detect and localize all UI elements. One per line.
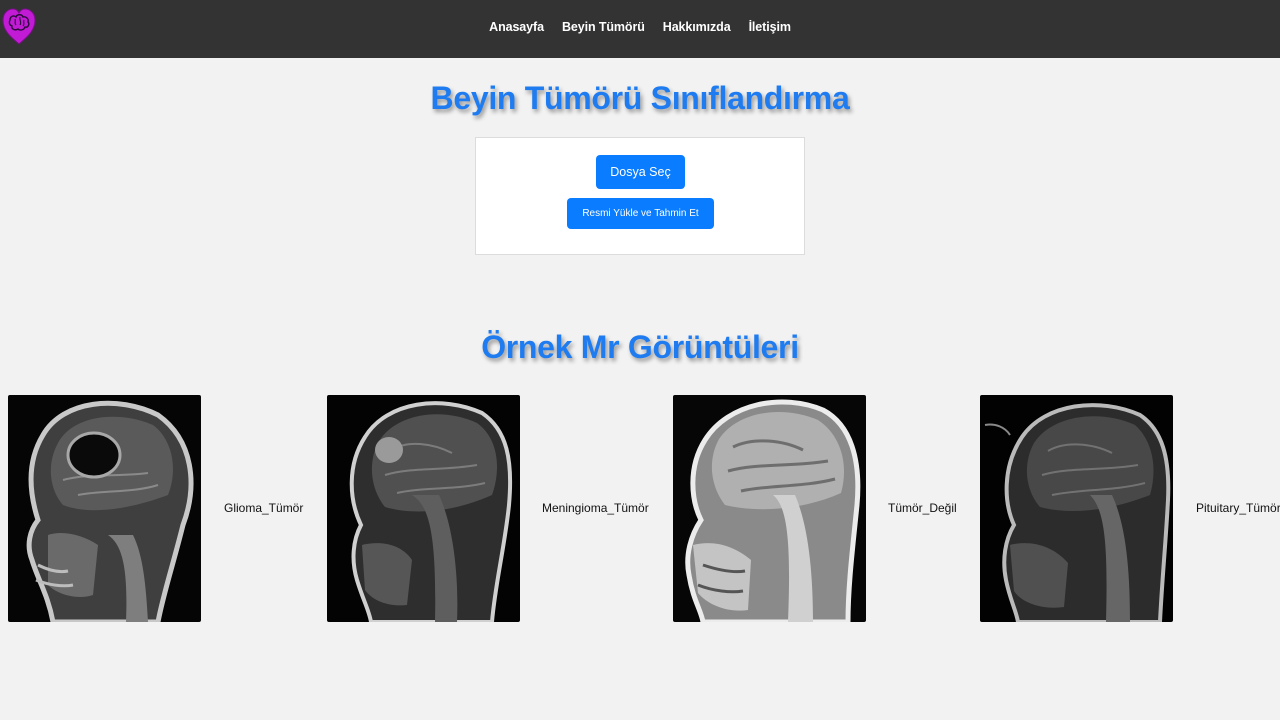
nav-links: Anasayfa Beyin Tümörü Hakkımızda İletişi… bbox=[0, 0, 1280, 54]
mri-image-glioma bbox=[8, 395, 201, 622]
mri-image-meningioma bbox=[327, 395, 520, 622]
sample-no-tumor bbox=[673, 395, 866, 622]
navbar: Anasayfa Beyin Tümörü Hakkımızda İletişi… bbox=[0, 0, 1280, 58]
sample-label-glioma: Glioma_Tümör bbox=[224, 501, 304, 515]
sample-glioma bbox=[8, 395, 201, 622]
nav-link-about[interactable]: Hakkımızda bbox=[654, 20, 740, 34]
mri-image-no-tumor bbox=[673, 395, 866, 622]
sample-label-pituitary: Pituitary_Tümör bbox=[1196, 501, 1280, 515]
mri-image-pituitary bbox=[980, 395, 1173, 622]
sample-pituitary bbox=[980, 395, 1173, 622]
sample-meningioma bbox=[327, 395, 520, 622]
upload-form: Dosya Seç Resmi Yükle ve Tahmin Et bbox=[475, 137, 805, 255]
upload-predict-button[interactable]: Resmi Yükle ve Tahmin Et bbox=[567, 198, 714, 229]
samples-title: Örnek Mr Görüntüleri bbox=[481, 329, 799, 365]
sample-label-meningioma: Meningioma_Tümör bbox=[542, 501, 649, 515]
page-title: Beyin Tümörü Sınıflandırma bbox=[430, 80, 850, 116]
nav-link-contact[interactable]: İletişim bbox=[740, 20, 800, 34]
nav-link-brain-tumor[interactable]: Beyin Tümörü bbox=[553, 20, 654, 34]
nav-link-home[interactable]: Anasayfa bbox=[480, 20, 553, 34]
sample-label-no-tumor: Tümör_Değil bbox=[888, 501, 957, 515]
choose-file-button[interactable]: Dosya Seç bbox=[596, 155, 685, 189]
